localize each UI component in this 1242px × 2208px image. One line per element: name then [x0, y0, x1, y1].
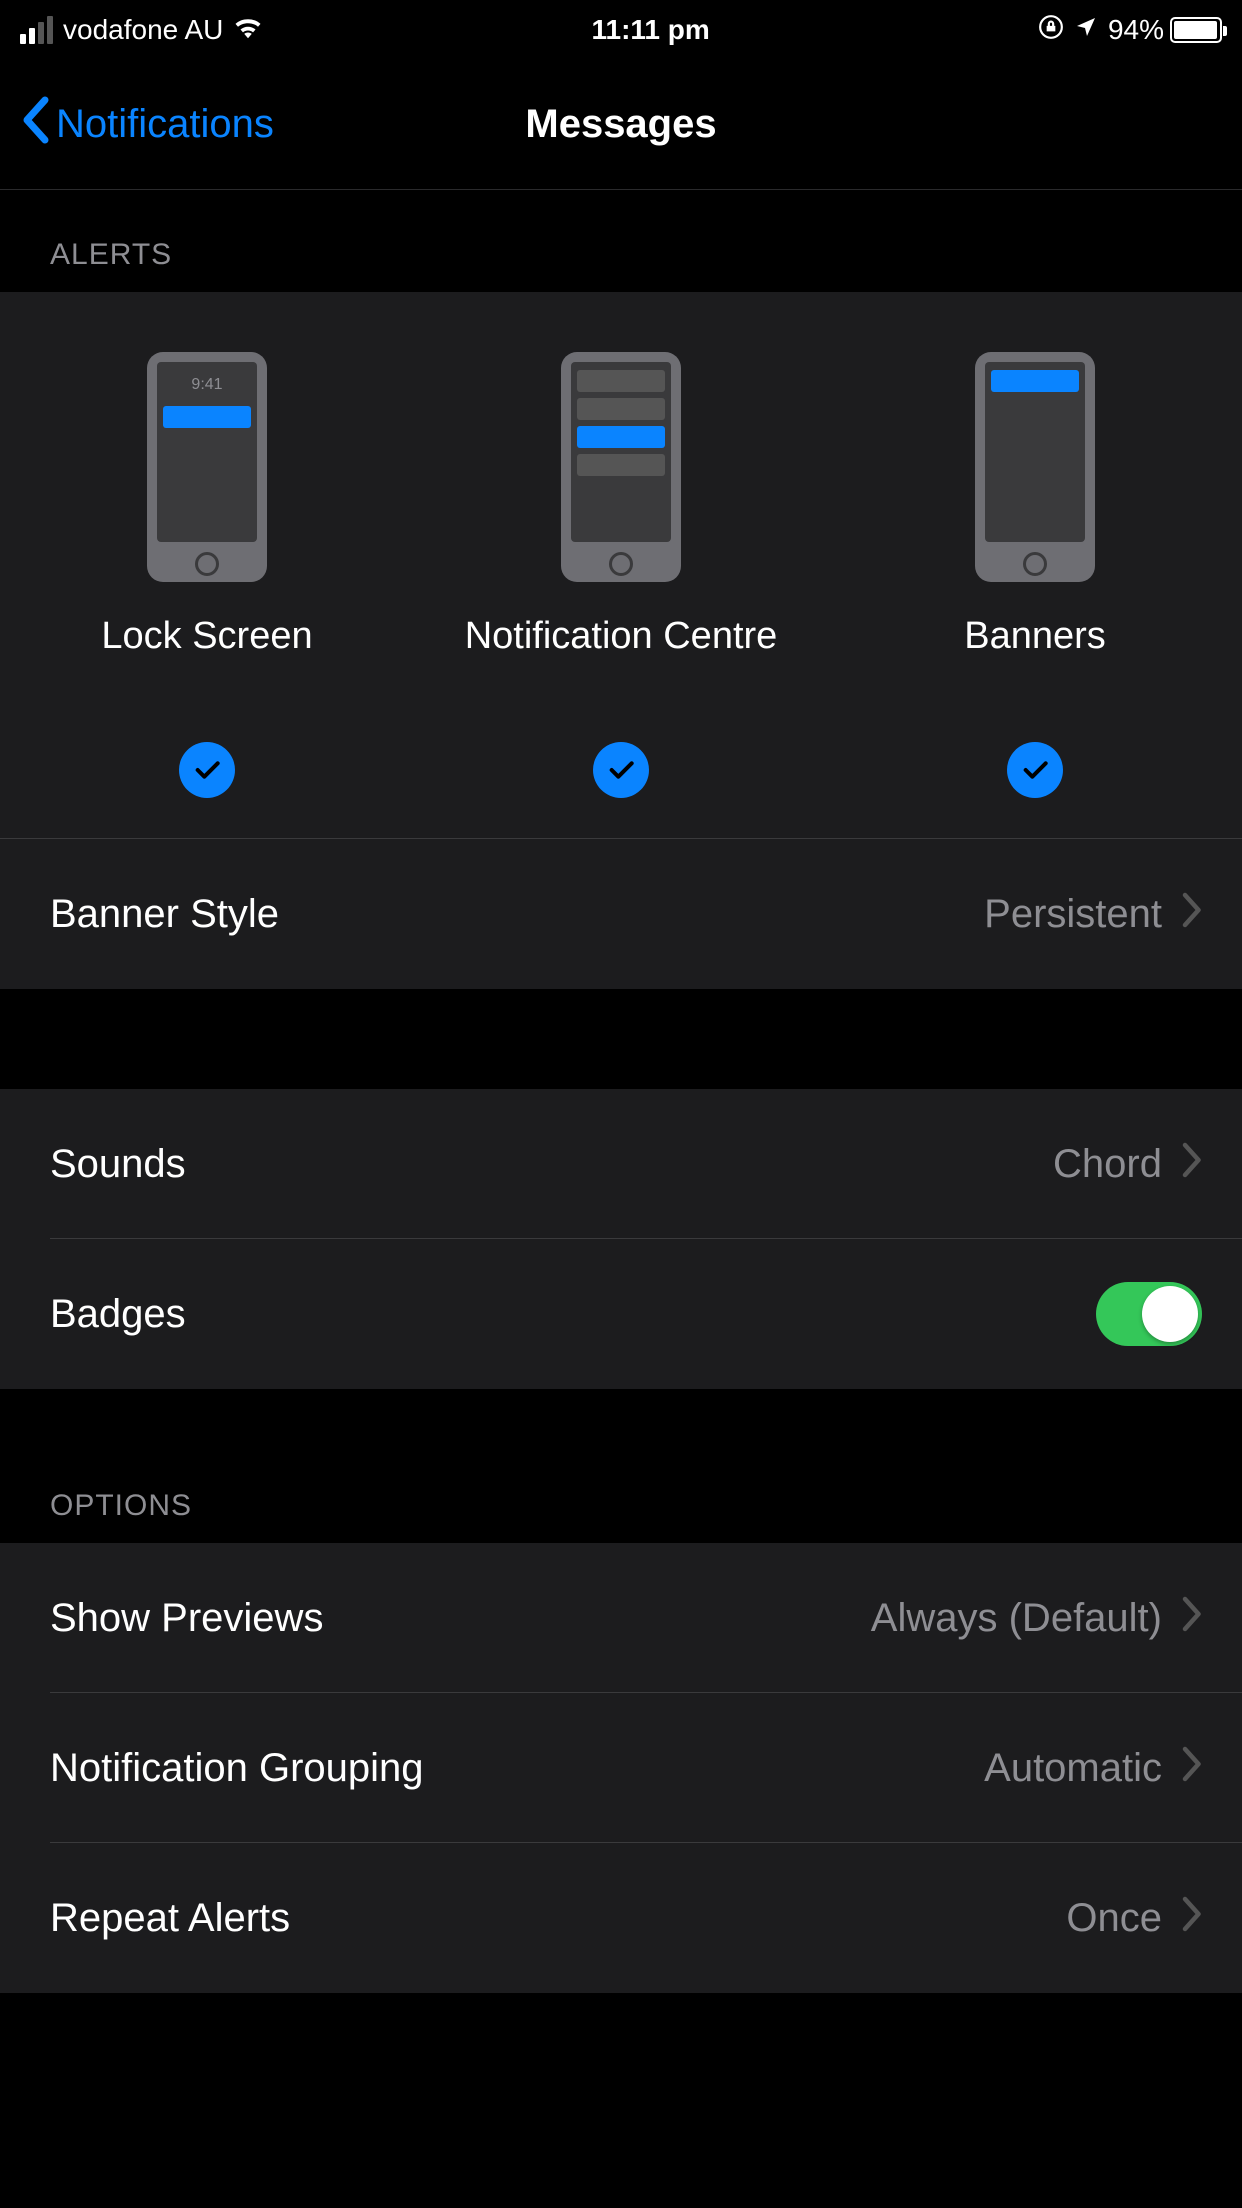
lock-screen-icon: 9:41: [147, 352, 267, 582]
status-bar: vodafone AU 11:11 pm 94%: [0, 0, 1242, 60]
row-value: Automatic: [984, 1746, 1162, 1791]
cell-signal-icon: [20, 16, 53, 44]
notification-centre-icon: [561, 352, 681, 582]
chevron-left-icon: [20, 96, 50, 153]
row-label: Repeat Alerts: [50, 1896, 290, 1941]
status-time: 11:11 pm: [591, 14, 709, 46]
chevron-right-icon: [1180, 1593, 1202, 1643]
row-value: Persistent: [984, 892, 1162, 937]
row-sounds[interactable]: Sounds Chord: [0, 1089, 1242, 1239]
orientation-lock-icon: [1038, 14, 1064, 47]
alert-tile-banners[interactable]: Banners: [828, 352, 1242, 798]
checkmark-icon[interactable]: [1007, 742, 1063, 798]
row-value: Always (Default): [871, 1596, 1162, 1641]
chevron-right-icon: [1180, 1139, 1202, 1189]
row-show-previews[interactable]: Show Previews Always (Default): [0, 1543, 1242, 1693]
row-notification-grouping[interactable]: Notification Grouping Automatic: [0, 1693, 1242, 1843]
alerts-tiles: 9:41 Lock Screen Notification Centre: [0, 292, 1242, 839]
section-header-options: OPTIONS: [0, 1389, 1242, 1543]
battery-percent: 94%: [1108, 14, 1164, 46]
row-label: Badges: [50, 1292, 186, 1337]
tile-label: Lock Screen: [101, 612, 312, 712]
chevron-right-icon: [1180, 889, 1202, 939]
row-repeat-alerts[interactable]: Repeat Alerts Once: [0, 1843, 1242, 1993]
section-header-alerts: ALERTS: [0, 190, 1242, 292]
row-badges: Badges: [0, 1239, 1242, 1389]
row-label: Show Previews: [50, 1596, 323, 1641]
row-value: Chord: [1053, 1142, 1162, 1187]
checkmark-icon[interactable]: [179, 742, 235, 798]
location-icon: [1074, 14, 1098, 46]
chevron-right-icon: [1180, 1893, 1202, 1943]
chevron-right-icon: [1180, 1743, 1202, 1793]
checkmark-icon[interactable]: [593, 742, 649, 798]
alert-tile-lock-screen[interactable]: 9:41 Lock Screen: [0, 352, 414, 798]
carrier-label: vodafone AU: [63, 14, 223, 46]
wifi-icon: [233, 15, 263, 46]
battery-icon: [1170, 17, 1222, 43]
nav-bar: Notifications Messages: [0, 60, 1242, 190]
row-value: Once: [1066, 1896, 1162, 1941]
back-button[interactable]: Notifications: [0, 96, 274, 153]
back-label: Notifications: [56, 102, 274, 147]
alert-tile-notification-centre[interactable]: Notification Centre: [414, 352, 828, 798]
banner-icon: [975, 352, 1095, 582]
row-label: Notification Grouping: [50, 1746, 424, 1791]
row-label: Sounds: [50, 1142, 186, 1187]
row-label: Banner Style: [50, 892, 279, 937]
badges-toggle[interactable]: [1096, 1282, 1202, 1346]
tile-label: Banners: [964, 612, 1106, 712]
row-banner-style[interactable]: Banner Style Persistent: [0, 839, 1242, 989]
tile-label: Notification Centre: [465, 612, 778, 712]
